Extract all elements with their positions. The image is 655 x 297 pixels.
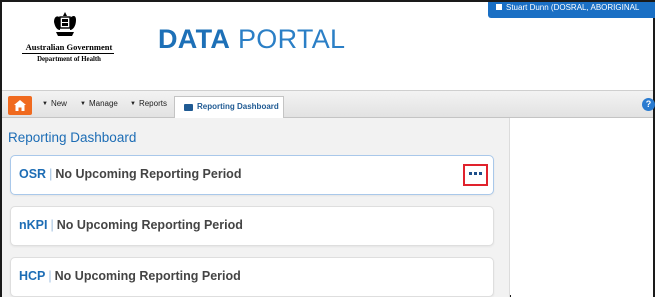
nav-new-menu[interactable]: ▼ New: [42, 99, 67, 108]
caret-down-icon: ▼: [42, 101, 48, 107]
more-options-icon: [469, 172, 482, 176]
reporting-card-osr[interactable]: OSR | No Upcoming Reporting Period: [10, 155, 494, 195]
logo-light-text: PORTAL: [230, 24, 346, 54]
home-button[interactable]: [8, 96, 32, 115]
card-heading: OSR | No Upcoming Reporting Period: [19, 167, 241, 181]
page-title: Reporting Dashboard: [8, 130, 137, 145]
nav-new-label: New: [50, 99, 67, 108]
coat-of-arms-icon: [54, 12, 76, 36]
app-header: Australian Government Department of Heal…: [2, 2, 655, 90]
card-code: OSR: [19, 167, 47, 181]
reporting-card-nkpi[interactable]: nKPI | No Upcoming Reporting Period: [10, 206, 494, 246]
card-status-text: No Upcoming Reporting Period: [55, 167, 242, 181]
dashboard-main-panel: Reporting Dashboard OSR | No Upcoming Repo…: [2, 118, 510, 297]
main-navbar: ▼ New ▼ Manage ▼ Reports Reporting Dashboar…: [2, 90, 655, 118]
nav-manage-label: Manage: [88, 99, 118, 108]
logo-bold-text: DATA: [158, 24, 231, 54]
help-icon[interactable]: ?: [642, 98, 655, 111]
government-title: Australian Government: [25, 42, 113, 52]
logo-divider: [22, 53, 114, 54]
card-separator: |: [48, 269, 52, 283]
nav-reports-label: Reports: [138, 99, 167, 108]
card-separator: |: [50, 218, 54, 232]
card-separator: |: [49, 167, 53, 181]
card-status-text: No Upcoming Reporting Period: [54, 269, 241, 283]
reporting-card-hcp[interactable]: HCP | No Upcoming Reporting Period: [10, 257, 494, 297]
dashboard-icon: [184, 104, 193, 111]
caret-down-icon: ▼: [80, 101, 86, 107]
caret-down-icon: ▼: [130, 101, 136, 107]
nav-reports-menu[interactable]: ▼ Reports: [130, 99, 167, 108]
home-icon: [14, 100, 26, 111]
more-options-button[interactable]: [463, 164, 488, 186]
side-panel: [511, 118, 653, 297]
department-name: Department of Health: [37, 56, 101, 63]
tab-reporting-dashboard-label: Reporting Dashboard: [197, 102, 279, 111]
user-icon: [496, 4, 502, 10]
user-account-button[interactable]: Stuart Dunn (DOSRAL, ABORIGINAL: [488, 2, 655, 18]
nav-manage-menu[interactable]: ▼ Manage: [80, 99, 118, 108]
data-portal-logo[interactable]: DATA PORTAL: [158, 24, 345, 55]
card-heading: HCP | No Upcoming Reporting Period: [19, 269, 241, 283]
user-name-label: Stuart Dunn (DOSRAL, ABORIGINAL: [506, 3, 640, 12]
card-status-text: No Upcoming Reporting Period: [56, 218, 243, 232]
card-code: HCP: [19, 269, 46, 283]
card-heading: nKPI | No Upcoming Reporting Period: [19, 218, 243, 232]
card-code: nKPI: [19, 218, 48, 232]
tab-reporting-dashboard[interactable]: Reporting Dashboard: [174, 96, 284, 118]
